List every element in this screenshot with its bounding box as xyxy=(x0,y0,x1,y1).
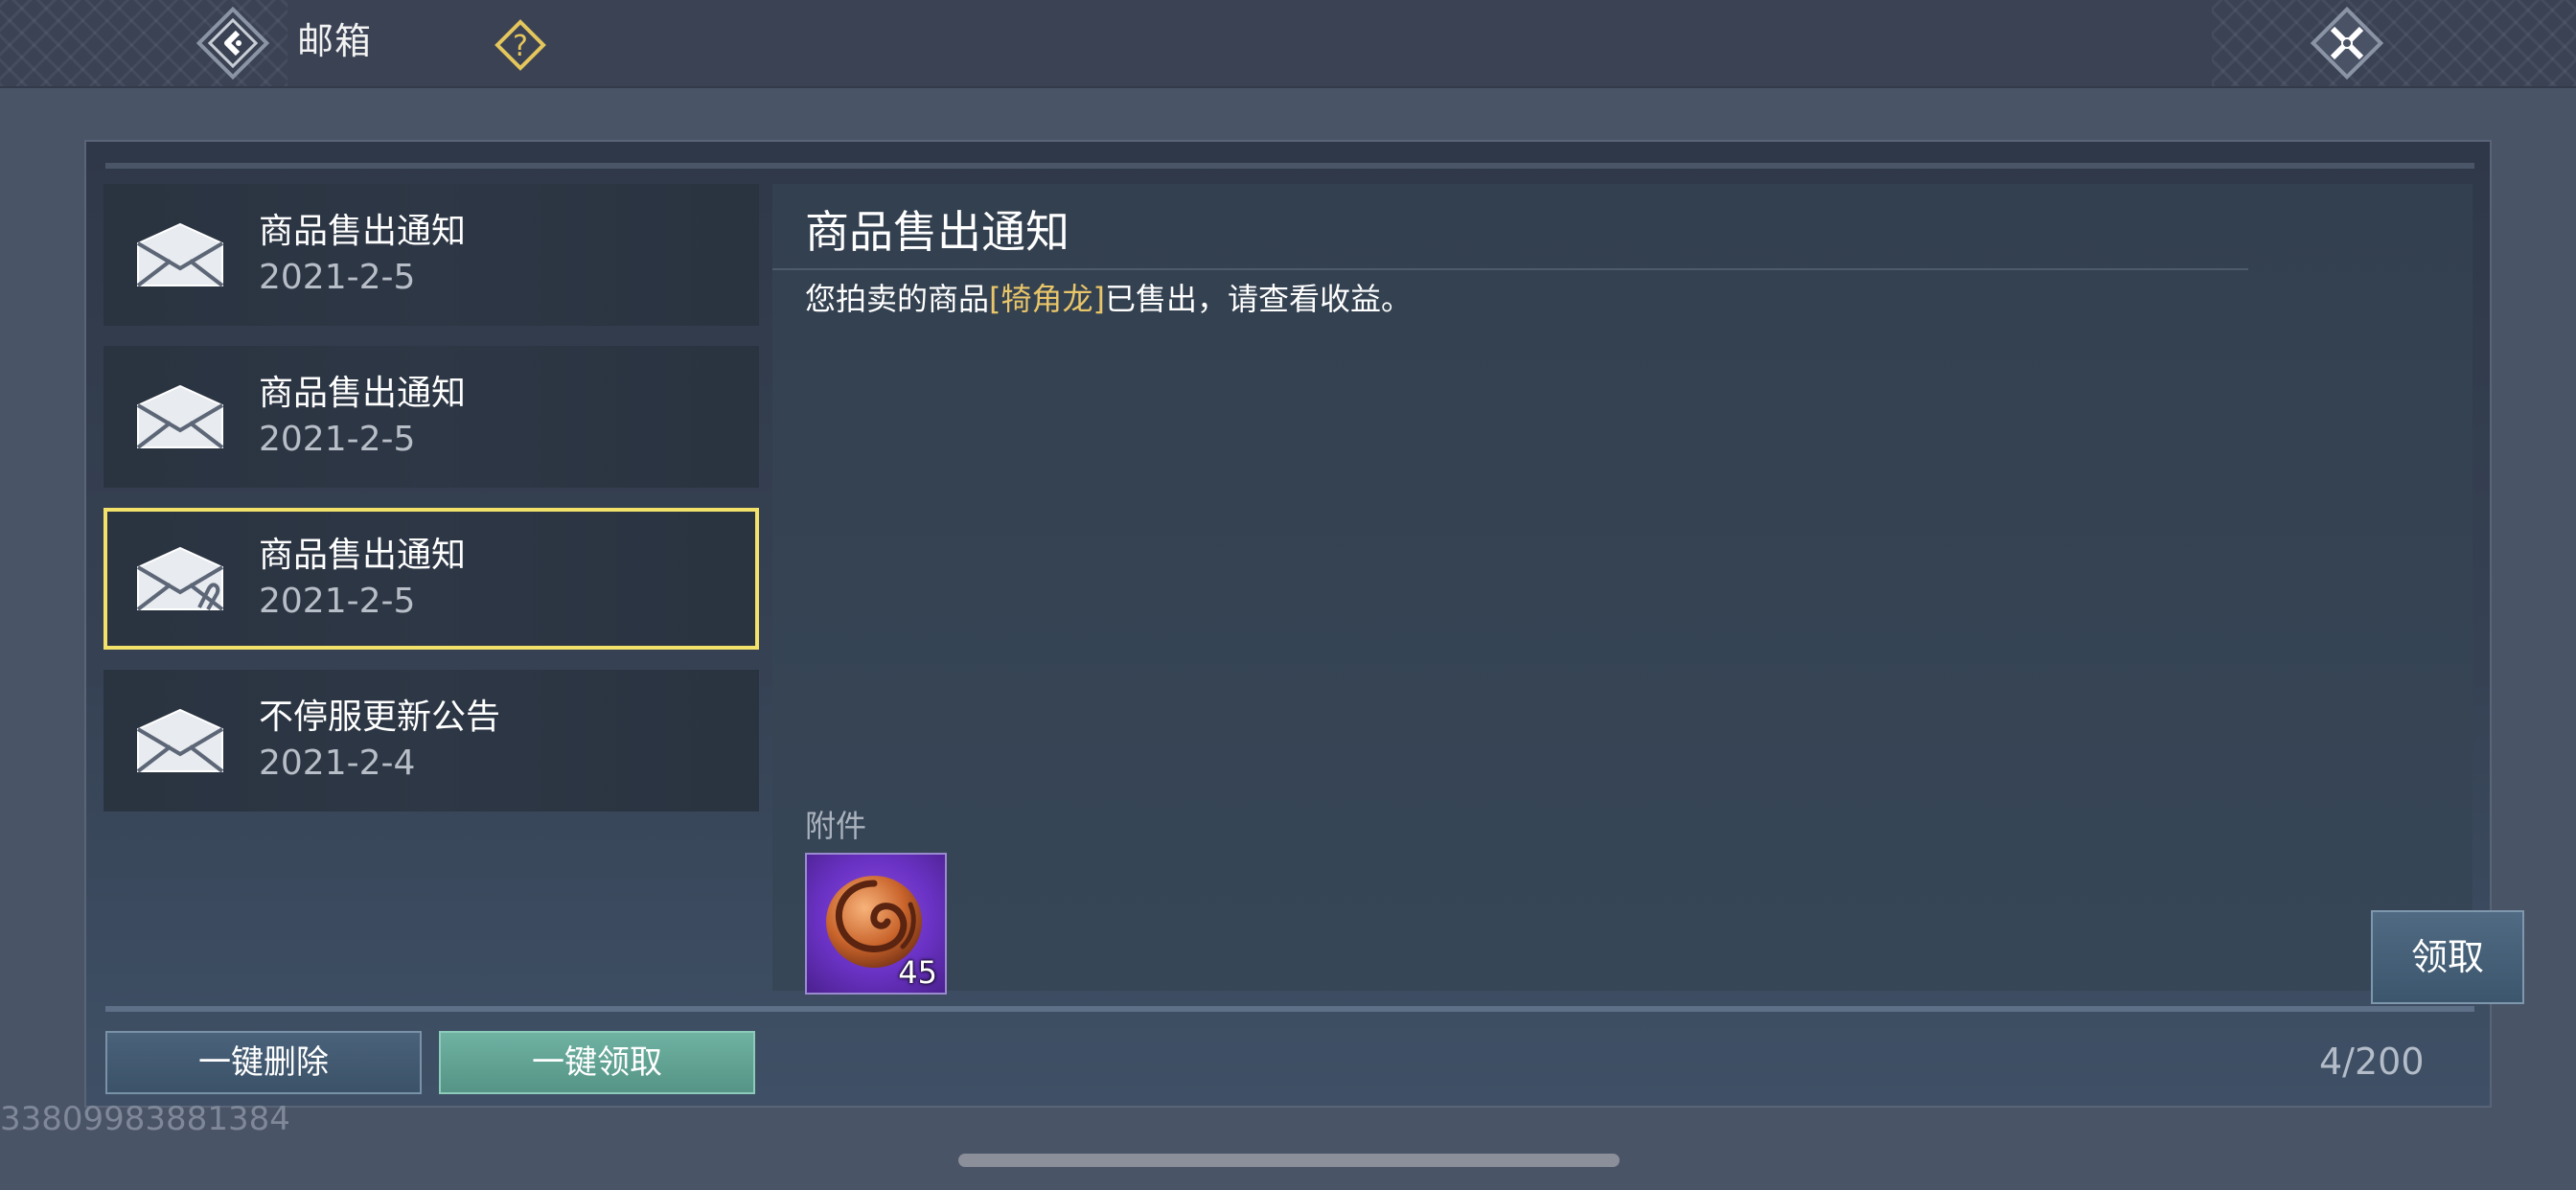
header-pattern-right xyxy=(2212,0,2576,86)
mail-date: 2021-2-5 xyxy=(259,582,416,621)
mail-list-item-selected[interactable]: 商品售出通知 2021-2-5 xyxy=(104,508,759,650)
attachment-label: 附件 xyxy=(805,808,867,844)
svg-text:?: ? xyxy=(513,30,528,63)
body-suffix: 已售出，请查看收益。 xyxy=(1105,281,1413,317)
claim-all-button[interactable]: 一键领取 xyxy=(439,1031,755,1094)
mail-count: 4/200 xyxy=(2319,1041,2425,1083)
item-name-highlight[interactable]: [犄角龙] xyxy=(989,281,1105,317)
close-x-icon xyxy=(2310,6,2384,80)
panel-top-divider xyxy=(105,163,2474,169)
claim-button[interactable]: 领取 xyxy=(2371,910,2524,1004)
top-bar: 邮箱 ? xyxy=(0,0,2576,88)
mail-list-item[interactable]: 商品售出通知 2021-2-5 xyxy=(104,184,759,326)
help-button[interactable]: ? xyxy=(491,15,550,75)
mail-date: 2021-2-5 xyxy=(259,258,416,297)
close-button[interactable] xyxy=(2306,2,2388,84)
question-mark-icon: ? xyxy=(494,19,546,71)
page-title: 邮箱 xyxy=(297,20,373,62)
envelope-icon xyxy=(136,222,224,287)
panel-bottom-divider xyxy=(105,1006,2474,1012)
mail-title: 商品售出通知 xyxy=(259,212,467,251)
back-button[interactable] xyxy=(194,4,272,82)
attachment-item[interactable]: 45 xyxy=(805,853,947,995)
home-indicator[interactable] xyxy=(958,1154,1620,1167)
mail-detail: 商品售出通知 您拍卖的商品[犄角龙]已售出，请查看收益。 附件 45 领取 xyxy=(772,184,2524,1004)
mail-title: 商品售出通知 xyxy=(259,374,467,413)
attachment-count: 45 xyxy=(898,954,937,991)
envelope-icon xyxy=(136,708,224,773)
mail-panel: 商品售出通知 2021-2-5 商品售出通知 2021-2-5 商品售出通知 2… xyxy=(84,140,2524,1108)
delete-all-button[interactable]: 一键删除 xyxy=(105,1031,422,1094)
player-uid: 33809983881384 xyxy=(0,1100,290,1138)
detail-title: 商品售出通知 xyxy=(805,206,1070,258)
mail-title: 不停服更新公告 xyxy=(259,698,501,737)
detail-divider xyxy=(772,268,2248,270)
mail-list-item[interactable]: 不停服更新公告 2021-2-4 xyxy=(104,670,759,812)
envelope-attachment-icon xyxy=(136,546,224,611)
mail-date: 2021-2-5 xyxy=(259,420,416,459)
detail-body: 您拍卖的商品[犄角龙]已售出，请查看收益。 xyxy=(805,276,1412,322)
mail-title: 商品售出通知 xyxy=(259,536,467,575)
mail-date: 2021-2-4 xyxy=(259,744,416,783)
back-arrow-icon xyxy=(196,6,270,80)
envelope-icon xyxy=(136,384,224,449)
mail-list-item[interactable]: 商品售出通知 2021-2-5 xyxy=(104,346,759,488)
body-prefix: 您拍卖的商品 xyxy=(805,281,990,317)
